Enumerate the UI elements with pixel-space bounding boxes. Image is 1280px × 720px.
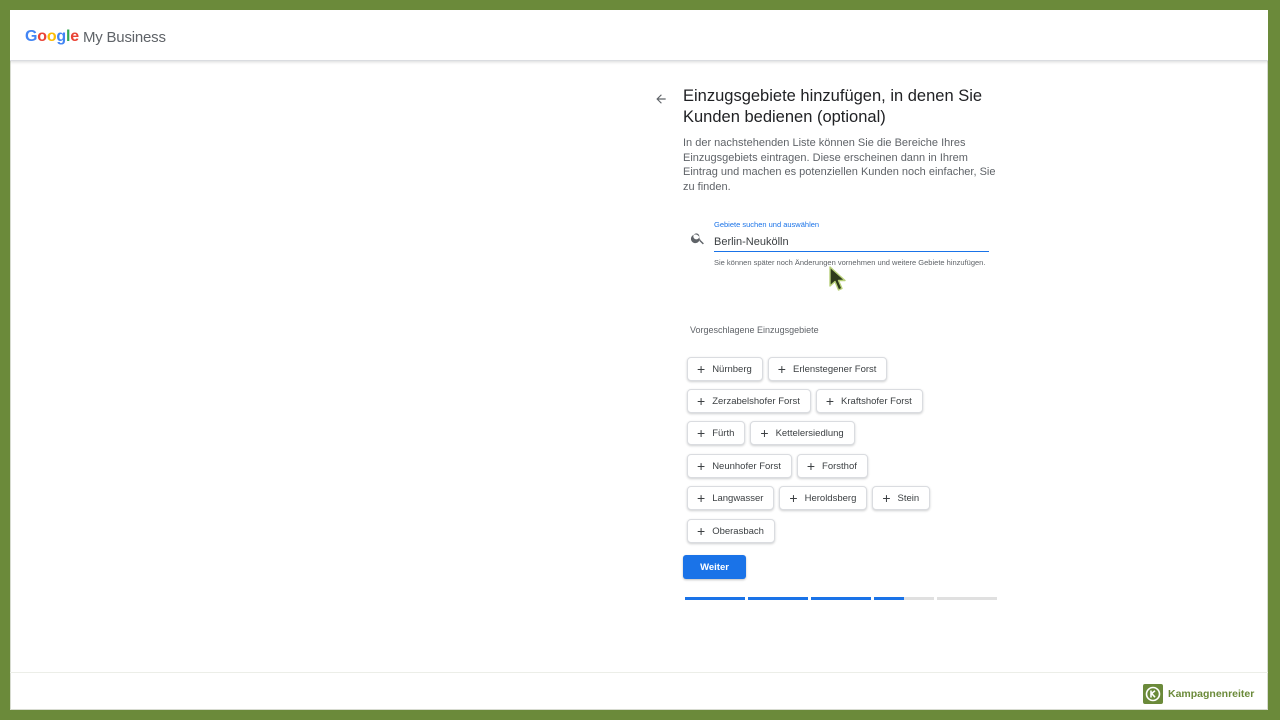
suggestion-row: + Nürnberg + Erlenstegener Forst <box>687 357 888 381</box>
suggestion-chip[interactable]: + Heroldsberg <box>779 486 868 510</box>
page-title: Einzugsgebiete hinzufügen, in denen Sie … <box>683 87 983 126</box>
suggestion-chip-label: Kettelersiedlung <box>775 427 844 439</box>
logo-letter: g <box>56 28 66 45</box>
suggestion-chip[interactable]: + Forsthof <box>796 454 868 478</box>
kampagnenreiter-watermark: Kampagnenreiter <box>1142 683 1254 705</box>
progress-segment-fill <box>811 597 871 600</box>
suggestion-chip[interactable]: + Fürth <box>687 421 746 445</box>
progress-segment <box>811 597 871 600</box>
plus-icon: + <box>789 490 798 506</box>
suggestion-chip-label: Erlenstegener Forst <box>792 363 877 375</box>
suggestion-chip[interactable]: + Neunhofer Forst <box>687 454 792 478</box>
app-bar: Google My Business <box>10 10 1268 61</box>
suggestion-chip-label: Forsthof <box>822 460 857 472</box>
suggestion-chip-label: Stein <box>897 492 920 504</box>
progress-segment <box>937 597 997 600</box>
back-button[interactable] <box>650 88 672 110</box>
plus-icon: + <box>697 523 706 539</box>
product-name: My Business <box>82 28 166 46</box>
suggested-areas-label: Vorgeschlagene Einzugsgebiete <box>690 325 819 335</box>
arrow-left-icon <box>656 94 666 104</box>
page-description: In der nachstehenden Liste können Sie di… <box>683 137 996 193</box>
suggestion-row: + Oberasbach <box>687 519 775 543</box>
k-glyph-icon <box>1145 686 1161 702</box>
plus-icon: + <box>697 490 706 506</box>
search-icon <box>690 233 704 245</box>
logo-letter: o <box>46 28 57 45</box>
plus-icon: + <box>882 490 891 506</box>
suggestion-chip-label: Langwasser <box>712 492 764 504</box>
brand-name: Kampagnenreiter <box>1168 688 1255 700</box>
plus-icon: + <box>777 361 786 377</box>
kampagnenreiter-k-icon <box>1142 683 1164 705</box>
progress-indicator <box>685 597 997 600</box>
progress-segment <box>748 597 808 600</box>
progress-segment <box>685 597 745 600</box>
suggestion-chip-label: Zerzabelshofer Forst <box>712 395 800 407</box>
progress-segment-fill <box>874 597 904 600</box>
logo-letter: e <box>70 28 79 45</box>
suggestion-row: + Fürth + Kettelersiedlung <box>687 421 855 445</box>
plus-icon: + <box>760 425 769 441</box>
logo-letter: o <box>37 28 47 45</box>
suggestion-chip[interactable]: + Kraftshofer Forst <box>815 389 923 413</box>
suggestion-row: + Zerzabelshofer Forst + Kraftshofer Forst <box>687 389 923 413</box>
suggestion-chip-label: Neunhofer Forst <box>712 460 781 472</box>
suggestion-row: + Langwasser + Heroldsberg + Stein <box>687 486 931 510</box>
suggestion-row: + Neunhofer Forst + Forsthof <box>687 454 868 478</box>
next-button[interactable]: Weiter <box>683 555 746 579</box>
plus-icon: + <box>806 458 816 474</box>
suggestion-chip-label: Fürth <box>712 427 735 439</box>
suggestion-chip[interactable]: + Stein <box>872 486 931 510</box>
progress-segment-fill <box>685 597 745 600</box>
google-wordmark: Google <box>25 28 79 46</box>
suggestion-chip[interactable]: + Zerzabelshofer Forst <box>687 389 811 413</box>
suggestion-chip[interactable]: + Oberasbach <box>687 519 775 543</box>
plus-icon: + <box>697 393 706 409</box>
search-helper-text: Sie können später noch Änderungen vorneh… <box>714 258 986 267</box>
suggestion-chip[interactable]: + Kettelersiedlung <box>750 421 855 445</box>
plus-icon: + <box>825 393 835 409</box>
suggestion-chip-label: Heroldsberg <box>804 492 857 504</box>
mouse-cursor-icon <box>829 266 846 291</box>
suggestion-chip-label: Oberasbach <box>712 525 764 537</box>
suggestion-chip[interactable]: + Langwasser <box>687 486 775 510</box>
plus-icon: + <box>697 458 706 474</box>
suggestion-chip[interactable]: + Erlenstegener Forst <box>767 357 888 381</box>
google-my-business-logo[interactable]: Google My Business <box>25 28 166 46</box>
progress-segment-fill <box>748 597 808 600</box>
suggestion-chip[interactable]: + Nürnberg <box>687 357 763 381</box>
area-search-input[interactable] <box>714 233 989 252</box>
suggestion-chip-label: Nürnberg <box>712 363 752 375</box>
progress-segment <box>874 597 934 600</box>
logo-letter: G <box>25 28 38 45</box>
plus-icon: + <box>697 361 706 377</box>
browser-frame: Google My Business <box>10 10 1268 710</box>
footer-divider <box>10 672 1268 673</box>
plus-icon: + <box>697 425 706 441</box>
search-field-label: Gebiete suchen und auswählen <box>714 220 820 229</box>
suggestion-chip-label: Kraftshofer Forst <box>841 395 912 407</box>
